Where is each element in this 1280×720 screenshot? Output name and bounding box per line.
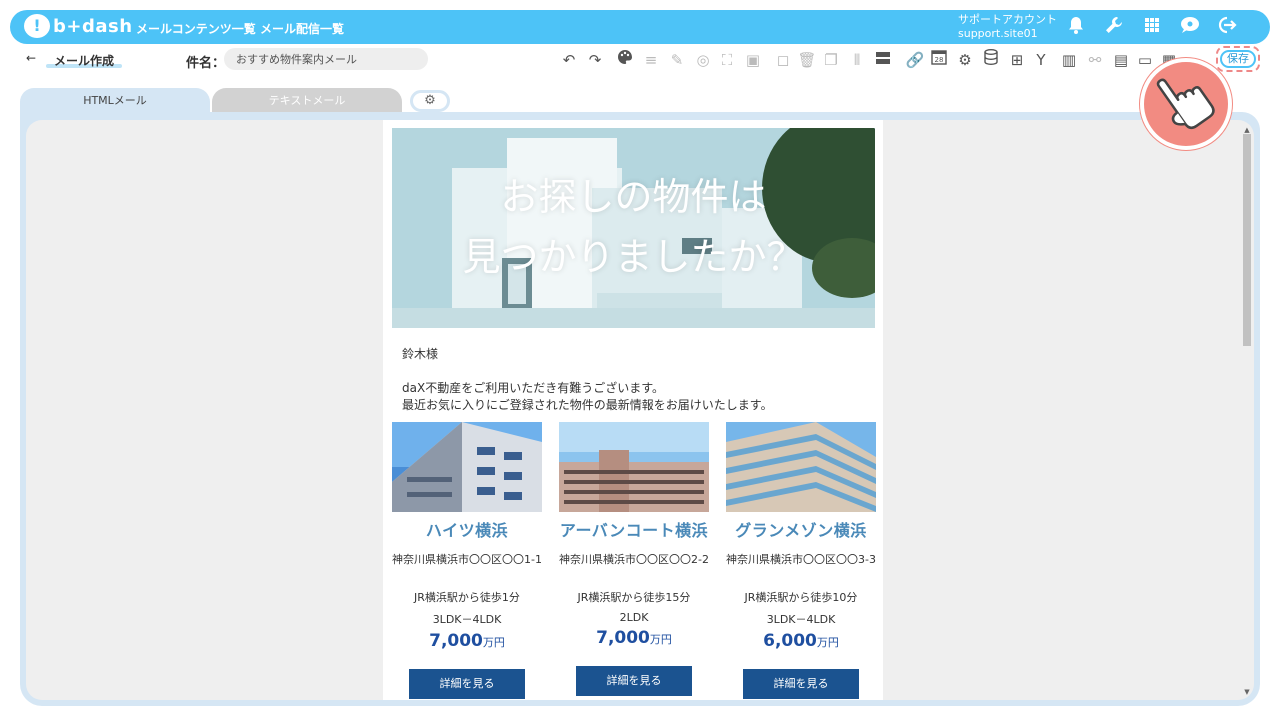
vertical-scrollbar[interactable]: ▲ ▼ bbox=[1242, 126, 1252, 698]
account-label: サポートアカウント bbox=[958, 13, 1057, 26]
property-price: 7,000万円 bbox=[558, 628, 710, 648]
property-image[interactable] bbox=[559, 422, 709, 512]
logo-text: b+dash bbox=[53, 15, 133, 37]
property-name: グランメゾン横浜 bbox=[735, 521, 867, 540]
gears-icon[interactable]: ⚙ bbox=[954, 49, 976, 71]
grid-icon[interactable] bbox=[1140, 16, 1164, 38]
property-name: ハイツ横浜 bbox=[425, 521, 509, 540]
logo-bubble-icon: ! bbox=[24, 14, 50, 38]
columns-icon[interactable]: ⦀ bbox=[846, 49, 868, 71]
rows-icon[interactable] bbox=[872, 49, 894, 71]
subject-input[interactable] bbox=[224, 48, 428, 70]
price-value: 7,000 bbox=[596, 628, 650, 648]
bars-icon[interactable]: ▥ bbox=[1058, 49, 1080, 71]
calendar-day: 28 bbox=[935, 56, 944, 64]
pointing-hand-icon bbox=[1140, 58, 1232, 150]
crop-icon[interactable]: ◻ bbox=[772, 49, 794, 71]
property-image[interactable] bbox=[392, 422, 542, 512]
page-title: メール作成 bbox=[54, 54, 115, 68]
property-layout: 3LDK－4LDK bbox=[766, 613, 836, 626]
add-note-icon[interactable]: ⊞ bbox=[1006, 49, 1028, 71]
database-icon[interactable] bbox=[980, 49, 1002, 71]
property-name: アーバンコート横浜 bbox=[559, 521, 709, 540]
wrench-icon[interactable] bbox=[1102, 16, 1126, 38]
link-chain-icon[interactable]: ⚯ bbox=[1084, 49, 1106, 71]
property-price: 7,000万円 bbox=[391, 631, 543, 651]
account-id: support.site01 bbox=[958, 27, 1038, 40]
trash-icon[interactable]: 🗑 bbox=[796, 49, 818, 71]
price-unit: 万円 bbox=[649, 633, 672, 646]
price-unit: 万円 bbox=[482, 636, 505, 649]
property-access: JR横浜駅から徒歩10分 bbox=[744, 591, 858, 604]
scroll-down-icon[interactable]: ▼ bbox=[1242, 688, 1252, 696]
email-preview: お探しの物件は 見つかりましたか？ 鈴木様 daX不動産をご利用いただき有難うご… bbox=[383, 120, 883, 700]
greeting-text: 鈴木様 bbox=[402, 347, 439, 361]
property-image[interactable] bbox=[726, 422, 876, 512]
tab-html-mail[interactable]: HTMLメール bbox=[20, 88, 210, 114]
tab-text-mail[interactable]: テキストメール bbox=[212, 88, 402, 114]
filter-icon[interactable]: Y bbox=[1030, 49, 1052, 71]
redo-icon[interactable]: ↷ bbox=[584, 49, 606, 71]
subject-label: 件名： bbox=[186, 56, 226, 71]
copy-icon[interactable]: ❐ bbox=[820, 49, 842, 71]
property-price: 6,000万円 bbox=[725, 631, 877, 651]
pen-icon[interactable]: ✎ bbox=[666, 49, 688, 71]
undo-icon[interactable]: ↶ bbox=[558, 49, 580, 71]
details-button[interactable]: 詳細を見る bbox=[409, 669, 525, 699]
hero-image[interactable]: お探しの物件は 見つかりましたか？ bbox=[392, 128, 875, 328]
app-header: ! b+dash メールコンテンツ一覧 メール配信一覧 サポートアカウント su… bbox=[10, 10, 1270, 44]
calendar-icon[interactable]: 28 bbox=[928, 49, 950, 71]
bell-icon[interactable] bbox=[1064, 16, 1088, 38]
property-address: 神奈川県横浜市〇〇区〇〇3-3 bbox=[726, 553, 876, 566]
email-canvas: お探しの物件は 見つかりましたか？ 鈴木様 daX不動産をご利用いただき有難うご… bbox=[26, 120, 1254, 700]
property-address: 神奈川県横浜市〇〇区〇〇2-2 bbox=[559, 553, 709, 566]
app-logo[interactable]: ! b+dash bbox=[24, 14, 133, 38]
intro-line-2: 最近お気に入りにご登録された物件の最新情報をお届けいたします。 bbox=[402, 398, 773, 412]
nav-mail-delivery[interactable]: メール配信一覧 bbox=[260, 20, 344, 37]
logout-icon[interactable] bbox=[1216, 16, 1240, 38]
align-icon[interactable]: ≡ bbox=[640, 49, 662, 71]
link-icon[interactable]: 🔗 bbox=[904, 49, 926, 71]
property-access: JR横浜駅から徒歩15分 bbox=[577, 591, 691, 604]
property-access: JR横浜駅から徒歩1分 bbox=[414, 591, 520, 604]
price-value: 7,000 bbox=[429, 631, 483, 651]
nav-mail-contents[interactable]: メールコンテンツ一覧 bbox=[136, 20, 256, 37]
hero-heading-line1: お探しの物件は bbox=[500, 175, 767, 219]
settings-gear-icon[interactable]: ⚙ bbox=[410, 90, 450, 112]
back-arrow-icon[interactable]: ← bbox=[26, 51, 36, 65]
account-info[interactable]: サポートアカウント support.site01 bbox=[958, 13, 1057, 41]
chat-icon[interactable] bbox=[1178, 16, 1202, 38]
property-card: アーバンコート横浜 神奈川県横浜市〇〇区〇〇2-2 JR横浜駅から徒歩15分 2… bbox=[558, 422, 710, 696]
target-icon[interactable]: ◎ bbox=[692, 49, 714, 71]
property-card: ハイツ横浜 神奈川県横浜市〇〇区〇〇1-1 JR横浜駅から徒歩1分 3LDK－4… bbox=[391, 422, 543, 699]
price-value: 6,000 bbox=[763, 631, 817, 651]
hero-heading-line2: 見つかりましたか？ bbox=[462, 235, 805, 279]
image-icon[interactable]: ▣ bbox=[742, 49, 764, 71]
scroll-thumb[interactable] bbox=[1243, 134, 1251, 346]
scroll-up-icon[interactable]: ▲ bbox=[1242, 126, 1252, 134]
contact-card-icon[interactable]: ▤ bbox=[1110, 49, 1132, 71]
details-button[interactable]: 詳細を見る bbox=[743, 669, 859, 699]
intro-text: daX不動産をご利用いただき有難うございます。 最近お気に入りにご登録された物件… bbox=[402, 380, 773, 414]
editor-toolbar: ← メール作成 件名： ↶ ↷ ≡ ✎ ◎ ⛶ ▣ ◻ 🗑 ❐ ⦀ 🔗 28 ⚙… bbox=[6, 46, 1274, 74]
price-unit: 万円 bbox=[816, 636, 839, 649]
property-layout: 3LDK－4LDK bbox=[432, 613, 502, 626]
property-layout: 2LDK bbox=[619, 611, 649, 624]
property-card: グランメゾン横浜 神奈川県横浜市〇〇区〇〇3-3 JR横浜駅から徒歩10分 3L… bbox=[725, 422, 877, 699]
editor-frame: お探しの物件は 見つかりましたか？ 鈴木様 daX不動産をご利用いただき有難うご… bbox=[20, 112, 1260, 706]
details-button[interactable]: 詳細を見る bbox=[576, 666, 692, 696]
expand-icon[interactable]: ⛶ bbox=[716, 49, 738, 71]
palette-icon[interactable] bbox=[614, 49, 636, 71]
intro-line-1: daX不動産をご利用いただき有難うございます。 bbox=[402, 381, 664, 395]
property-address: 神奈川県横浜市〇〇区〇〇1-1 bbox=[392, 553, 542, 566]
